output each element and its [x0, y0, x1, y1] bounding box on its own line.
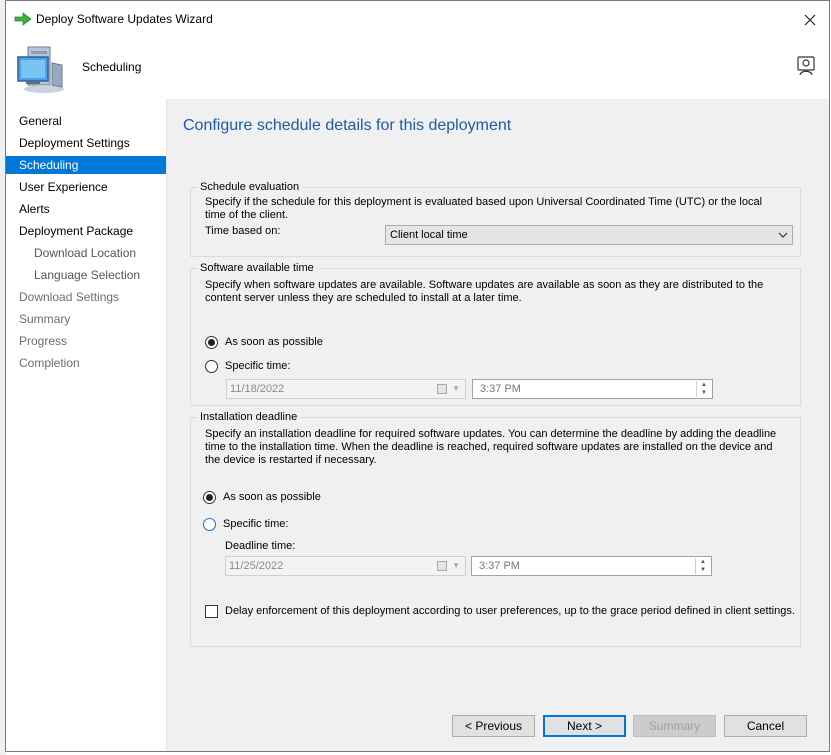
- available-asap-radio[interactable]: [205, 336, 218, 349]
- nav-item-completion[interactable]: Completion: [6, 354, 166, 372]
- installation-deadline-title: Installation deadline: [197, 410, 301, 424]
- schedule-evaluation-group: Schedule evaluation Specify if the sched…: [190, 180, 801, 257]
- time-spinner[interactable]: ▲ ▼: [695, 558, 710, 574]
- spin-up-icon[interactable]: ▲: [697, 381, 711, 389]
- summary-button[interactable]: Summary: [633, 715, 716, 737]
- deadline-date-input[interactable]: 11/25/2022 ▼: [225, 556, 466, 576]
- available-date-value: 11/18/2022: [230, 383, 285, 395]
- calendar-icon: [437, 384, 447, 394]
- time-spinner[interactable]: ▲ ▼: [696, 381, 711, 397]
- deadline-asap-radio[interactable]: [203, 491, 216, 504]
- available-specific-radio[interactable]: [205, 360, 218, 373]
- cancel-button[interactable]: Cancel: [724, 715, 807, 737]
- available-asap-label: As soon as possible: [225, 336, 323, 348]
- spin-down-icon[interactable]: ▼: [697, 389, 711, 397]
- nav-item-download-settings[interactable]: Download Settings: [6, 288, 166, 306]
- calendar-icon: [437, 561, 447, 571]
- schedule-evaluation-title: Schedule evaluation: [197, 180, 303, 194]
- time-based-select[interactable]: Client local time: [385, 225, 793, 245]
- deadline-specific-label: Specific time:: [223, 518, 289, 530]
- deadline-date-value: 11/25/2022: [229, 560, 284, 572]
- available-time-input[interactable]: 3:37 PM ▲ ▼: [472, 379, 713, 399]
- page-title: Scheduling: [82, 60, 142, 74]
- nav-item-general[interactable]: General: [6, 112, 166, 130]
- wizard-header: Scheduling: [6, 37, 829, 99]
- nav-item-progress[interactable]: Progress: [6, 332, 166, 350]
- software-available-title: Software available time: [197, 261, 317, 275]
- window-title: Deploy Software Updates Wizard: [36, 12, 213, 26]
- schedule-evaluation-description: Specify if the schedule for this deploym…: [205, 196, 763, 221]
- nav-item-language-selection[interactable]: Language Selection: [6, 266, 166, 284]
- deadline-asap-label: As soon as possible: [223, 491, 321, 503]
- software-available-description: Specify when software updates are availa…: [205, 279, 764, 304]
- nav-item-user-experience[interactable]: User Experience: [6, 178, 166, 196]
- deadline-time-input[interactable]: 3:37 PM ▲ ▼: [471, 556, 712, 576]
- title-bar: Deploy Software Updates Wizard: [6, 1, 829, 37]
- time-based-value: Client local time: [390, 229, 468, 241]
- green-arrow-icon: [14, 12, 32, 26]
- dropdown-arrow-icon: ▼: [452, 384, 460, 393]
- close-icon[interactable]: [799, 9, 821, 31]
- installation-deadline-description: Specify an installation deadline for req…: [205, 428, 777, 466]
- wizard-window: Deploy Software Updates Wizard Schedulin…: [5, 0, 830, 752]
- computer-icon: [17, 46, 64, 93]
- time-based-label: Time based on:: [205, 225, 281, 237]
- previous-button[interactable]: < Previous: [452, 715, 535, 737]
- dropdown-arrow-icon: ▼: [452, 561, 460, 570]
- available-date-input[interactable]: 11/18/2022 ▼: [226, 379, 466, 399]
- chevron-down-icon: [778, 226, 788, 251]
- deadline-specific-radio[interactable]: [203, 518, 216, 531]
- delay-enforcement-checkbox[interactable]: [205, 605, 218, 618]
- feedback-icon[interactable]: [795, 55, 817, 77]
- available-specific-label: Specific time:: [225, 360, 291, 372]
- nav-item-summary[interactable]: Summary: [6, 310, 166, 328]
- content-panel: Configure schedule details for this depl…: [166, 99, 829, 751]
- nav-item-deployment-settings[interactable]: Deployment Settings: [6, 134, 166, 152]
- spin-up-icon[interactable]: ▲: [696, 558, 710, 566]
- next-button[interactable]: Next >: [543, 715, 626, 737]
- installation-deadline-group: Installation deadline Specify an install…: [190, 410, 801, 647]
- available-time-value: 3:37 PM: [480, 383, 521, 395]
- nav-item-scheduling[interactable]: Scheduling: [6, 156, 166, 174]
- deadline-time-value: 3:37 PM: [479, 560, 520, 572]
- nav-item-alerts[interactable]: Alerts: [6, 200, 166, 218]
- deadline-time-label: Deadline time:: [225, 540, 296, 552]
- wizard-navigation: General Deployment Settings Scheduling U…: [6, 99, 166, 751]
- nav-item-deployment-package[interactable]: Deployment Package: [6, 222, 166, 240]
- delay-enforcement-label: Delay enforcement of this deployment acc…: [225, 605, 795, 617]
- software-available-group: Software available time Specify when sof…: [190, 261, 801, 406]
- spin-down-icon[interactable]: ▼: [696, 566, 710, 574]
- nav-item-download-location[interactable]: Download Location: [6, 244, 166, 262]
- content-heading: Configure schedule details for this depl…: [183, 117, 512, 134]
